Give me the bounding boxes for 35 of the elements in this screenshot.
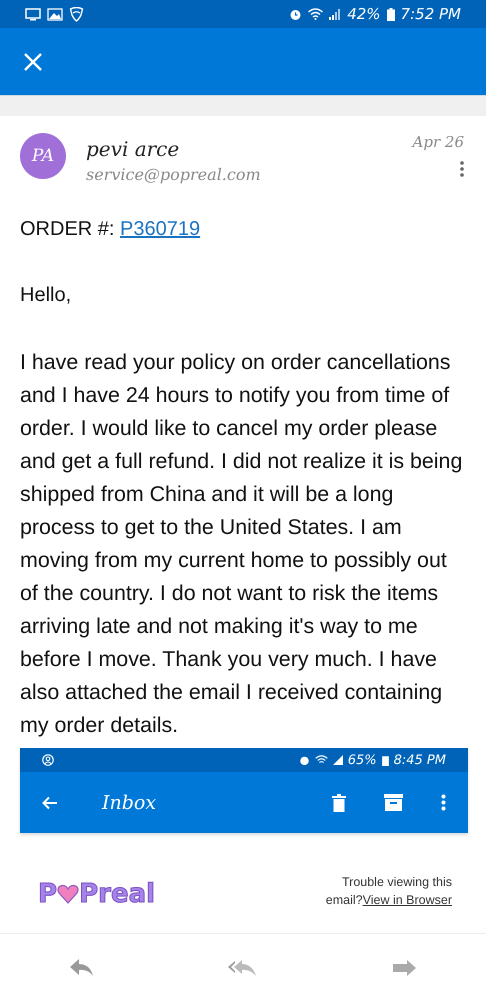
more-icon[interactable] <box>441 794 446 811</box>
signal-icon <box>329 8 342 20</box>
trash-icon[interactable] <box>332 794 346 812</box>
shield-icon <box>69 6 84 22</box>
archive-icon[interactable] <box>384 794 403 811</box>
battery-percent: 65% <box>348 752 377 768</box>
sender-email: service@popreal.com <box>86 165 262 184</box>
avatar: PA <box>20 133 66 179</box>
forward-icon[interactable] <box>392 958 416 976</box>
reply-all-icon[interactable] <box>228 958 258 976</box>
wifi-icon <box>308 8 324 20</box>
battery-icon <box>386 8 395 20</box>
back-arrow-icon[interactable] <box>42 796 58 810</box>
message-text: I have read your policy on order cancellations and I have 24 hours to notify you from time of order. I would like to cancel my order please and get a full refund. I did not realize it is being shipped from China and it will be a long process to get to the United States. I am moving from my current home to possibly out of the country. I do not want to risk the items arriving late and not making it's way to me before I move. Thank you very much. I have also attached the email I received containing my order details. <box>20 349 464 739</box>
inbox-title: Inbox <box>102 792 158 814</box>
wifi-icon <box>314 755 328 765</box>
close-icon[interactable] <box>24 52 42 70</box>
battery-percent: 42% <box>347 5 381 23</box>
email-date: Apr 26 <box>412 133 464 151</box>
more-icon[interactable] <box>460 161 464 177</box>
status-time: 8:45 PM <box>394 752 446 768</box>
order-link[interactable]: P360719 <box>120 218 200 240</box>
view-browser-link[interactable]: View in Browser <box>362 893 452 907</box>
order-label: ORDER #: <box>20 218 114 240</box>
reply-icon[interactable] <box>70 958 94 976</box>
popreal-logo: P Preal <box>38 879 156 909</box>
account-icon <box>42 754 54 766</box>
sender-name: pevi arce <box>86 137 180 161</box>
trouble-text: Trouble viewing this email?View in Browser <box>326 874 452 909</box>
battery-icon <box>382 754 389 766</box>
monitor-icon <box>25 8 41 20</box>
greeting: Hello, <box>20 283 72 308</box>
signal-icon <box>332 755 343 765</box>
status-time: 7:52 PM <box>400 5 461 23</box>
image-icon <box>47 8 63 20</box>
